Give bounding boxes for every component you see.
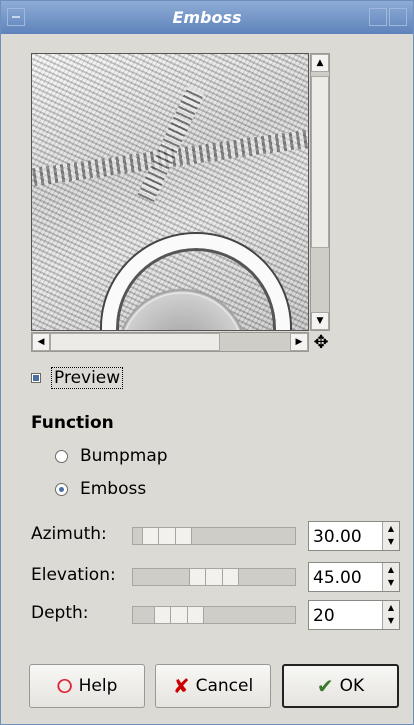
help-button[interactable]: ⭘ Help (29, 664, 145, 708)
radio-label: Emboss (80, 479, 147, 499)
radio-emboss[interactable]: Emboss (55, 477, 146, 501)
function-heading: Function (31, 413, 114, 433)
vertical-scrollbar[interactable]: ▲ ▼ (310, 53, 330, 331)
maximize-icon[interactable] (369, 8, 387, 26)
slider-thumb[interactable] (142, 528, 192, 544)
scroll-left-icon[interactable]: ◀ (32, 333, 50, 351)
scroll-up-icon[interactable]: ▲ (311, 54, 329, 72)
x-icon: ✘ (172, 674, 190, 698)
spin-arrows-icon[interactable]: ▲ ▼ (382, 563, 399, 591)
radio-label: Bumpmap (80, 446, 168, 466)
vertical-scroll-thumb[interactable] (311, 76, 329, 248)
depth-row: Depth: 20 ▲ ▼ (31, 598, 401, 630)
depth-label: Depth: (31, 603, 89, 623)
title-bar[interactable]: Emboss (1, 1, 413, 34)
radio-button[interactable] (55, 449, 68, 463)
slider-thumb[interactable] (154, 607, 204, 623)
depth-slider[interactable] (132, 606, 296, 624)
spin-arrows-icon[interactable]: ▲ ▼ (382, 601, 399, 629)
elevation-value[interactable]: 45.00 (313, 568, 362, 588)
azimuth-label: Azimuth: (31, 524, 107, 544)
slider-thumb[interactable] (189, 569, 239, 585)
help-label: Help (78, 676, 118, 696)
preview-area: ▲ ▼ ◀ ▶ ✥ (31, 53, 331, 353)
preview-toggle[interactable]: Preview (31, 366, 124, 390)
elevation-label: Elevation: (31, 565, 116, 585)
scroll-right-icon[interactable]: ▶ (290, 333, 308, 351)
ok-button[interactable]: ✔ OK (282, 664, 399, 708)
elevation-slider[interactable] (132, 568, 296, 586)
azimuth-spinbox[interactable]: 30.00 ▲ ▼ (308, 521, 400, 551)
close-icon[interactable] (389, 8, 407, 26)
emboss-dialog: Emboss ▲ ▼ ◀ ▶ ✥ Preview Function Bumpma… (0, 0, 414, 725)
scroll-down-icon[interactable]: ▼ (311, 312, 329, 330)
spin-arrows-icon[interactable]: ▲ ▼ (382, 522, 399, 550)
azimuth-value[interactable]: 30.00 (313, 527, 362, 547)
ok-label: OK (339, 676, 365, 696)
azimuth-slider[interactable] (132, 527, 296, 545)
check-icon: ✔ (316, 674, 334, 698)
elevation-row: Elevation: 45.00 ▲ ▼ (31, 560, 401, 592)
depth-value[interactable]: 20 (313, 606, 335, 626)
cancel-label: Cancel (195, 676, 254, 696)
depth-spinbox[interactable]: 20 ▲ ▼ (308, 600, 400, 630)
window-title: Emboss (172, 8, 242, 27)
preview-image[interactable] (31, 53, 309, 331)
lifebuoy-icon: ⭘ (56, 674, 73, 698)
elevation-spinbox[interactable]: 45.00 ▲ ▼ (308, 562, 400, 592)
move-icon[interactable]: ✥ (311, 334, 331, 354)
preview-label: Preview (51, 367, 124, 389)
azimuth-row: Azimuth: 30.00 ▲ ▼ (31, 519, 401, 551)
radio-bumpmap[interactable]: Bumpmap (55, 444, 168, 468)
cancel-button[interactable]: ✘ Cancel (155, 664, 271, 708)
horizontal-scrollbar[interactable]: ◀ ▶ (31, 332, 309, 352)
preview-checkbox[interactable] (31, 373, 41, 383)
horizontal-scroll-thumb[interactable] (50, 333, 220, 351)
radio-button[interactable] (55, 482, 68, 496)
